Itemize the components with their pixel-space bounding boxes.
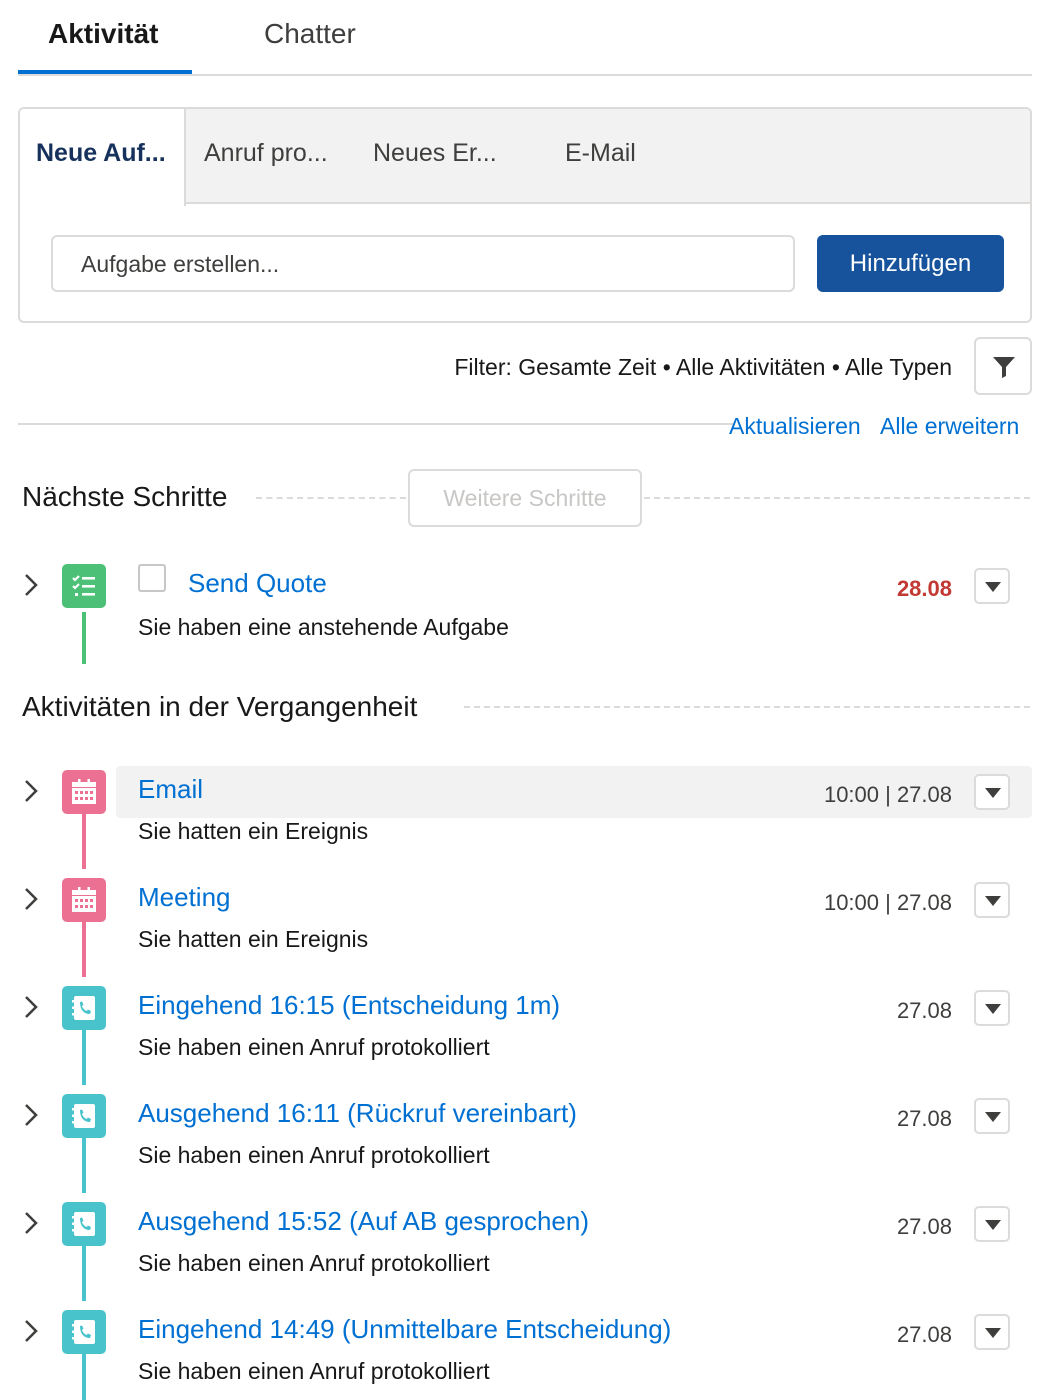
activity-composer: Neue Auf... Anruf pro... Neues Er... E-M… — [18, 107, 1032, 323]
item-subtitle: Sie haben einen Anruf protokolliert — [138, 1142, 490, 1168]
past-activity-item: Meeting Sie hatten ein Ereignis 10:00 | … — [0, 874, 1050, 982]
chevron-down-icon — [985, 1112, 1001, 1122]
chevron-down-icon — [985, 1220, 1001, 1230]
item-subtitle: Sie haben einen Anruf protokolliert — [138, 1358, 490, 1384]
filter-icon — [993, 357, 1015, 378]
call-icon — [62, 1202, 106, 1246]
call-icon — [62, 986, 106, 1030]
more-steps-button[interactable]: Weitere Schritte — [408, 469, 642, 527]
past-activities-title: Aktivitäten in der Vergangenheit — [22, 691, 418, 722]
filter-summary: Filter: Gesamte Zeit • Alle Aktivitäten … — [454, 354, 952, 380]
past-activity-item: Eingehend 14:49 (Unmittelbare Entscheidu… — [0, 1306, 1050, 1400]
item-menu-button[interactable] — [974, 1206, 1010, 1242]
item-menu-button[interactable] — [974, 774, 1010, 810]
timeline-line — [82, 922, 86, 977]
call-icon — [62, 1310, 106, 1354]
refresh-link[interactable]: Aktualisieren — [729, 413, 861, 440]
top-tab-bar: Aktivität Chatter — [18, 0, 1032, 76]
chevron-right-icon[interactable] — [20, 570, 42, 600]
add-button[interactable]: Hinzufügen — [817, 235, 1004, 292]
expand-all-link[interactable]: Alle erweitern — [880, 413, 1019, 440]
divider — [256, 497, 406, 499]
call-icon — [62, 1094, 106, 1138]
divider — [644, 497, 1030, 499]
tab-email[interactable]: E-Mail — [565, 139, 636, 168]
next-steps-title: Nächste Schritte — [22, 481, 228, 512]
chevron-right-icon[interactable] — [20, 1100, 42, 1130]
divider — [18, 423, 734, 425]
chevron-down-icon — [985, 788, 1001, 798]
timeline-line — [82, 814, 86, 869]
item-title[interactable]: Eingehend 16:15 (Entscheidung 1m) — [138, 990, 560, 1021]
timeline-line — [82, 1246, 86, 1301]
chevron-right-icon[interactable] — [20, 992, 42, 1022]
event-icon — [62, 878, 106, 922]
item-title[interactable]: Email — [138, 774, 203, 805]
item-menu-button[interactable] — [974, 568, 1010, 604]
tab-new-event[interactable]: Neues Er... — [373, 139, 497, 168]
item-date: 27.08 — [896, 1322, 952, 1347]
item-menu-button[interactable] — [974, 1314, 1010, 1350]
item-title[interactable]: Ausgehend 16:11 (Rückruf vereinbart) — [138, 1098, 577, 1129]
past-activity-item: Ausgehend 16:11 (Rückruf vereinbart) Sie… — [0, 1090, 1050, 1198]
tab-log-call[interactable]: Anruf pro... — [204, 139, 328, 168]
past-activity-item: Email Sie hatten ein Ereignis 10:00 | 27… — [0, 766, 1050, 874]
tab-new-task[interactable]: Neue Auf... — [36, 139, 166, 168]
timeline-line — [82, 1030, 86, 1085]
item-subtitle: Sie haben einen Anruf protokolliert — [138, 1034, 490, 1060]
timeline-line — [82, 1138, 86, 1193]
item-title[interactable]: Send Quote — [188, 568, 327, 599]
item-subtitle: Sie hatten ein Ereignis — [138, 818, 369, 844]
item-title[interactable]: Meeting — [138, 882, 231, 913]
past-activity-item: Eingehend 16:15 (Entscheidung 1m) Sie ha… — [0, 982, 1050, 1090]
item-date: 10:00 | 27.08 — [823, 890, 952, 915]
chevron-down-icon — [985, 896, 1001, 906]
item-date: 27.08 — [896, 1106, 952, 1131]
create-task-input[interactable]: Aufgabe erstellen... — [51, 235, 795, 292]
chevron-right-icon[interactable] — [20, 1316, 42, 1346]
chevron-down-icon — [985, 1328, 1001, 1338]
due-date: 28.08 — [896, 576, 952, 601]
tab-chatter[interactable]: Chatter — [264, 18, 356, 50]
chevron-right-icon[interactable] — [20, 776, 42, 806]
item-date: 27.08 — [896, 998, 952, 1023]
item-title[interactable]: Ausgehend 15:52 (Auf AB gesprochen) — [138, 1206, 589, 1237]
item-subtitle: Sie haben einen Anruf protokolliert — [138, 1250, 490, 1276]
timeline-line — [82, 612, 86, 664]
composer-tab-bar: Neue Auf... Anruf pro... Neues Er... E-M… — [20, 109, 1030, 206]
item-date: 10:00 | 27.08 — [823, 782, 952, 807]
event-icon — [62, 770, 106, 814]
chevron-right-icon[interactable] — [20, 884, 42, 914]
past-activity-item: Ausgehend 15:52 (Auf AB gesprochen) Sie … — [0, 1198, 1050, 1306]
item-subtitle: Sie hatten ein Ereignis — [138, 926, 369, 952]
chevron-right-icon[interactable] — [20, 1208, 42, 1238]
tab-activity[interactable]: Aktivität — [48, 18, 158, 50]
item-menu-button[interactable] — [974, 1098, 1010, 1134]
timeline-line — [82, 1354, 86, 1400]
next-step-item: Send Quote Sie haben eine anstehende Auf… — [0, 560, 1050, 668]
item-menu-button[interactable] — [974, 990, 1010, 1026]
item-title[interactable]: Eingehend 14:49 (Unmittelbare Entscheidu… — [138, 1314, 671, 1345]
item-menu-button[interactable] — [974, 882, 1010, 918]
active-tab-indicator — [18, 70, 192, 74]
task-icon — [62, 564, 106, 608]
divider — [464, 706, 1030, 708]
filter-button[interactable] — [974, 337, 1032, 395]
task-checkbox[interactable] — [138, 564, 166, 592]
chevron-down-icon — [985, 582, 1001, 592]
item-date: 27.08 — [896, 1214, 952, 1239]
chevron-down-icon — [985, 1004, 1001, 1014]
item-subtitle: Sie haben eine anstehende Aufgabe — [138, 614, 509, 640]
